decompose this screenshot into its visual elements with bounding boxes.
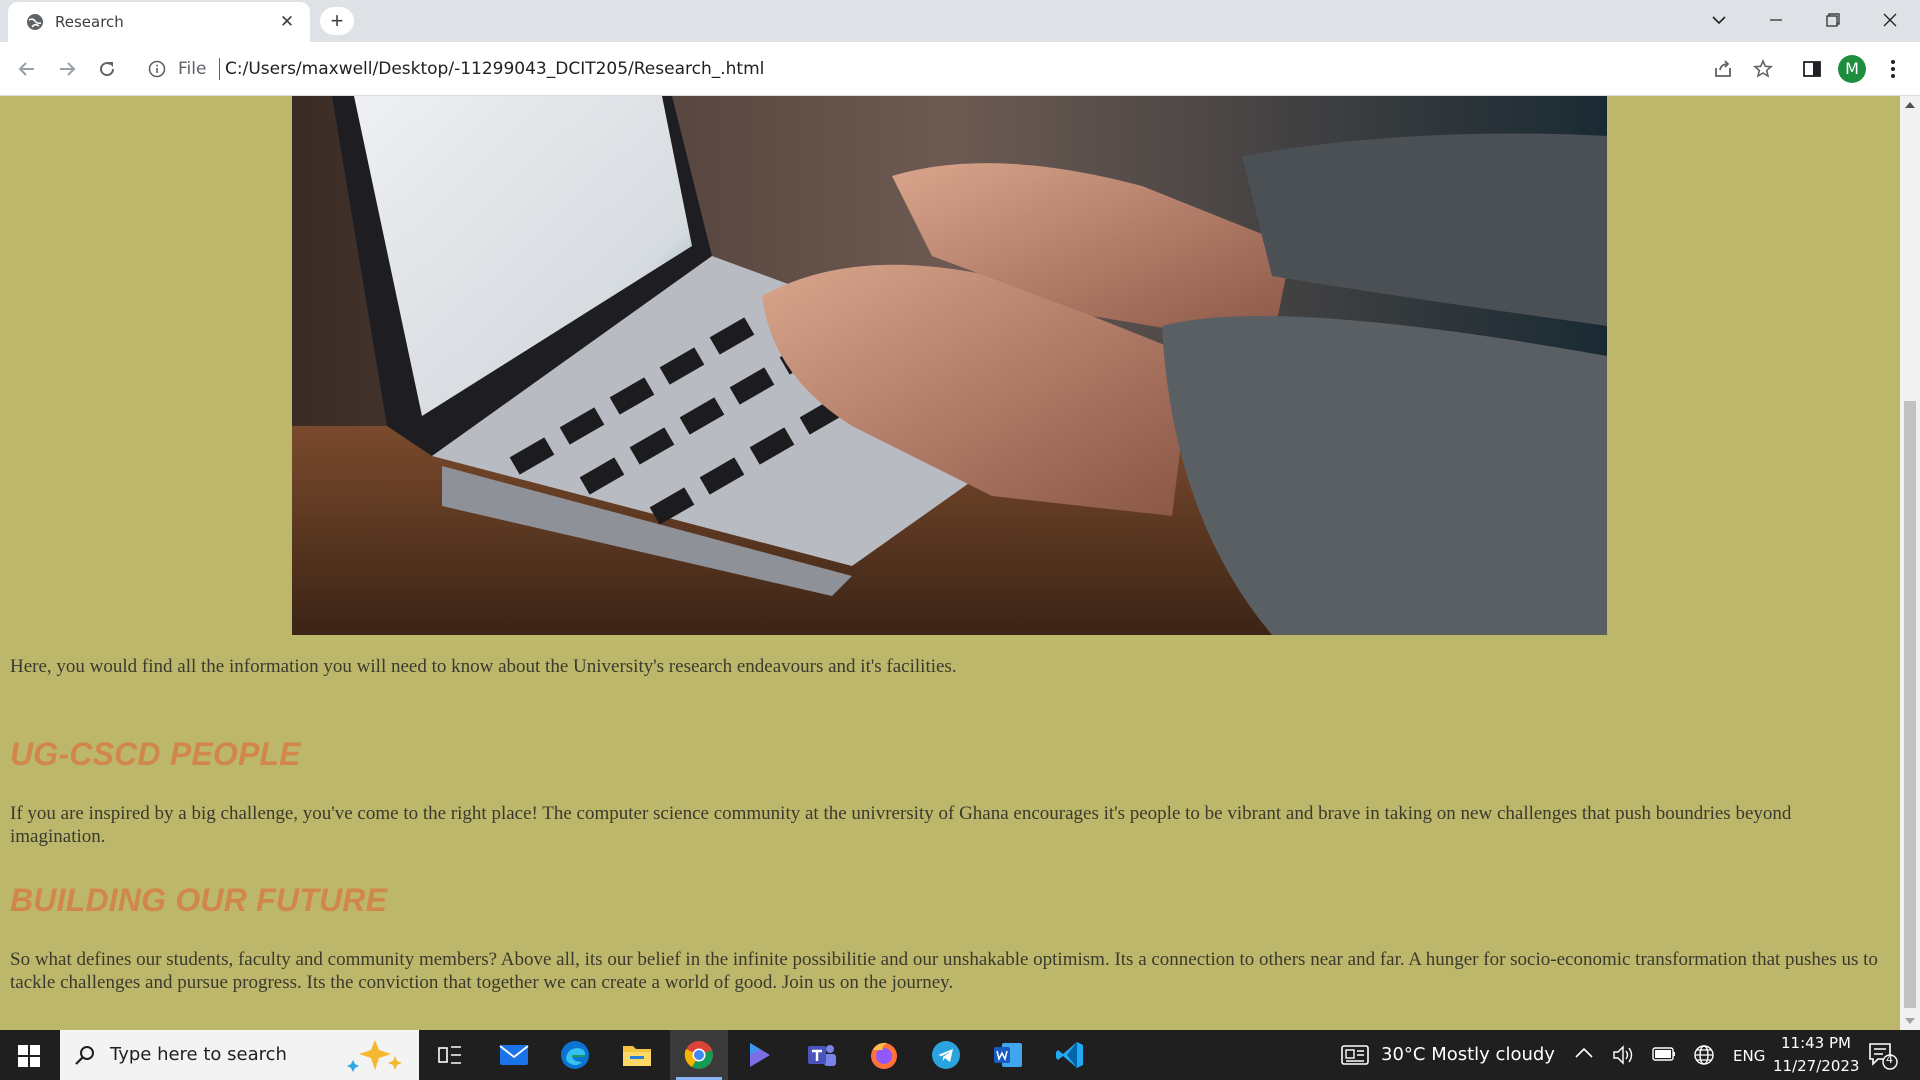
firefox-browser-icon[interactable] bbox=[855, 1030, 913, 1080]
hero-image bbox=[292, 96, 1607, 635]
section-heading-people: UG-CSCD PEOPLE bbox=[10, 736, 301, 772]
word-app-icon[interactable] bbox=[979, 1030, 1037, 1080]
close-window-button[interactable] bbox=[1861, 0, 1919, 40]
language-indicator[interactable]: ENG bbox=[1733, 1047, 1765, 1065]
network-globe-icon[interactable] bbox=[1693, 1044, 1715, 1066]
scroll-down-arrow-icon[interactable] bbox=[1905, 1018, 1915, 1024]
tab-title: Research bbox=[55, 13, 124, 31]
intro-paragraph: Here, you would find all the information… bbox=[10, 656, 957, 677]
scrollbar-thumb[interactable] bbox=[1904, 401, 1916, 1008]
teams-app-icon[interactable] bbox=[793, 1030, 851, 1080]
section-body-future: So what defines our students, faculty an… bbox=[10, 949, 1878, 993]
side-panel-icon[interactable] bbox=[1799, 56, 1825, 82]
tab-research[interactable]: Research ✕ bbox=[8, 2, 310, 42]
mail-app-icon[interactable] bbox=[485, 1030, 543, 1080]
url-separator bbox=[219, 58, 220, 80]
vertical-scrollbar[interactable] bbox=[1900, 96, 1920, 1030]
globe-icon bbox=[27, 14, 43, 30]
info-icon[interactable] bbox=[148, 60, 166, 78]
page-viewport: Here, you would find all the information… bbox=[0, 96, 1900, 1030]
tab-close-icon[interactable]: ✕ bbox=[277, 12, 297, 32]
copilot-app-icon[interactable] bbox=[731, 1030, 789, 1080]
weather-text[interactable]: 30°C Mostly cloudy bbox=[1381, 1044, 1555, 1065]
search-icon bbox=[75, 1046, 94, 1065]
notification-center-icon[interactable] bbox=[1868, 1042, 1898, 1070]
url-text[interactable]: C:/Users/maxwell/Desktop/-11299043_DCIT2… bbox=[225, 59, 764, 79]
chrome-browser-icon[interactable] bbox=[670, 1030, 728, 1080]
telegram-app-icon[interactable] bbox=[917, 1030, 975, 1080]
edge-browser-icon[interactable] bbox=[546, 1030, 604, 1080]
task-view-icon[interactable] bbox=[421, 1030, 479, 1080]
tab-search-chevron-icon[interactable] bbox=[1690, 0, 1748, 40]
restore-button[interactable] bbox=[1804, 0, 1862, 40]
section-heading-future: BUILDING OUR FUTURE bbox=[10, 882, 388, 918]
browser-toolbar: File C:/Users/maxwell/Desktop/-11299043_… bbox=[0, 42, 1920, 96]
scroll-up-arrow-icon[interactable] bbox=[1905, 102, 1915, 108]
vscode-app-icon[interactable] bbox=[1041, 1030, 1099, 1080]
share-icon[interactable] bbox=[1710, 56, 1736, 82]
new-tab-button[interactable]: + bbox=[320, 7, 354, 35]
search-highlight-sparkle-icon[interactable] bbox=[345, 1038, 409, 1072]
clock-time[interactable]: 11:43 PM bbox=[1781, 1034, 1851, 1052]
taskbar-search-box[interactable]: Type here to search bbox=[60, 1030, 419, 1080]
battery-icon[interactable] bbox=[1652, 1046, 1676, 1062]
profile-avatar[interactable]: M bbox=[1838, 55, 1866, 83]
laptop-typing-photo bbox=[292, 96, 1607, 635]
back-arrow-icon[interactable] bbox=[14, 56, 40, 82]
reload-icon[interactable] bbox=[94, 56, 120, 82]
section-body-people: If you are inspired by a big challenge, … bbox=[10, 803, 1792, 847]
notification-count-badge: 4 bbox=[1886, 1053, 1893, 1066]
address-bar[interactable]: File C:/Users/maxwell/Desktop/-11299043_… bbox=[136, 48, 1776, 90]
forward-arrow-icon[interactable] bbox=[54, 56, 80, 82]
windows-start-icon[interactable] bbox=[18, 1045, 40, 1067]
menu-kebab-icon[interactable] bbox=[1880, 56, 1906, 82]
tab-strip: Research ✕ + bbox=[0, 0, 1920, 42]
clock-date[interactable]: 11/27/2023 bbox=[1773, 1057, 1859, 1075]
minimize-button[interactable] bbox=[1747, 0, 1805, 40]
windows-taskbar: Type here to search 30°C Mostly cloudy E… bbox=[0, 1030, 1920, 1080]
volume-icon[interactable] bbox=[1612, 1044, 1634, 1066]
search-placeholder: Type here to search bbox=[110, 1044, 287, 1065]
file-explorer-icon[interactable] bbox=[608, 1030, 666, 1080]
chevron-up-icon[interactable] bbox=[1575, 1047, 1593, 1059]
url-scheme-label: File bbox=[178, 59, 207, 79]
bookmark-star-icon[interactable] bbox=[1750, 56, 1776, 82]
weather-news-icon[interactable] bbox=[1341, 1044, 1371, 1066]
